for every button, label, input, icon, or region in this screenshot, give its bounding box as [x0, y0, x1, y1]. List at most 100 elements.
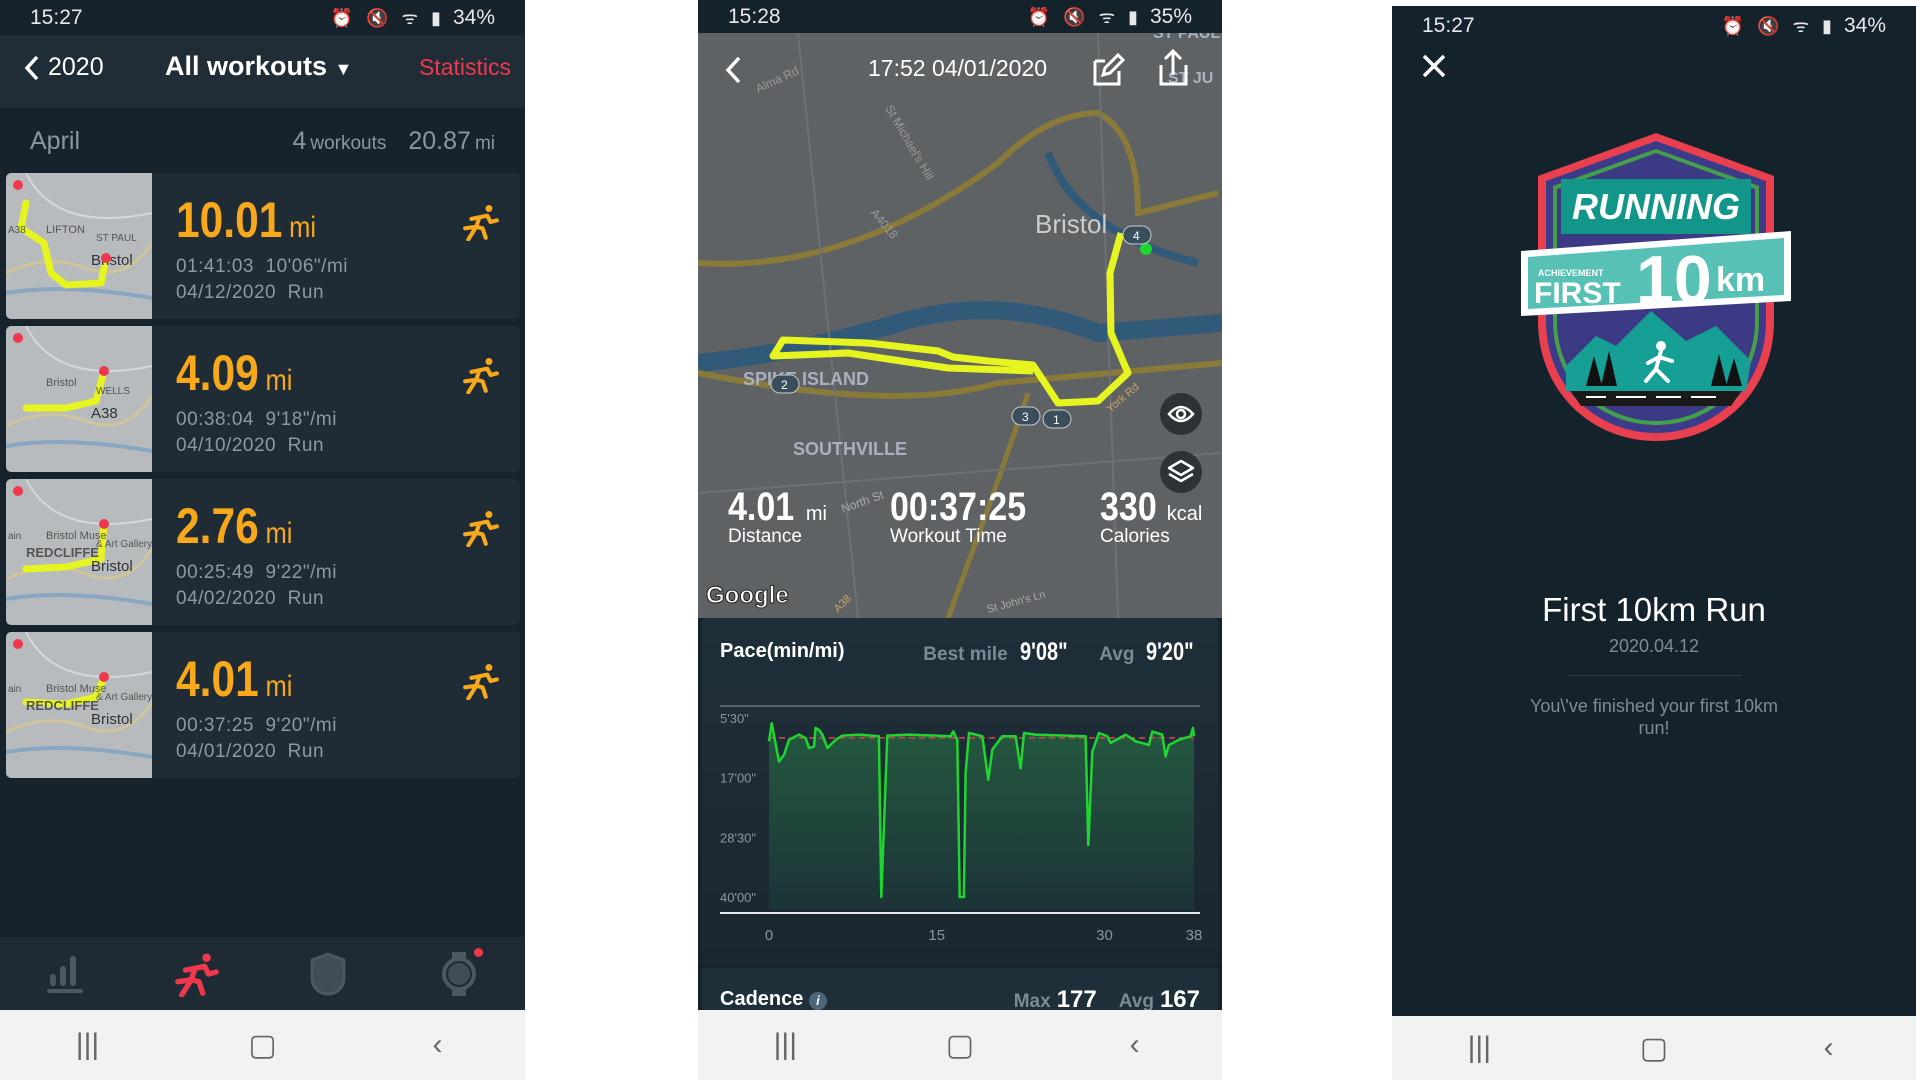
back-icon[interactable]: ‹ — [1105, 1028, 1165, 1062]
lap-marker[interactable]: 4 — [1122, 225, 1152, 245]
recent-apps-icon[interactable]: ||| — [755, 1028, 815, 1062]
workout-card[interactable]: Bristol Muse & Art Gallery Bristol ain R… — [6, 632, 520, 778]
workout-duration: 01:41:03 — [176, 256, 254, 277]
bar-chart-icon — [46, 955, 83, 993]
recent-apps-icon[interactable]: ||| — [1449, 1031, 1509, 1065]
google-logo: Google — [706, 582, 789, 609]
lap-marker[interactable]: 2 — [770, 374, 800, 394]
back-icon[interactable]: ‹ — [1799, 1031, 1859, 1065]
status-bar: 15:28 ⏰ 🔇 ᯤ ▮ 35% — [698, 0, 1222, 33]
map-label: ain — [8, 531, 21, 542]
cadence-avg-label: Avg — [1118, 991, 1154, 1012]
workout-duration: 00:38:04 — [176, 409, 254, 430]
status-time: 15:27 — [1422, 13, 1475, 37]
watch-icon — [442, 951, 477, 996]
back-label: 2020 — [48, 53, 104, 81]
svg-text:3: 3 — [1022, 410, 1029, 424]
achievement-badge: RUNNING ACHIEVEMENT FIRST 10 km — [1521, 133, 1791, 441]
recent-apps-icon[interactable]: ||| — [58, 1028, 118, 1062]
workout-duration: 00:25:49 — [176, 562, 254, 583]
running-icon — [463, 358, 499, 394]
workout-filter-dropdown[interactable]: All workouts ▼ — [165, 51, 352, 82]
tab-device[interactable] — [429, 944, 489, 1004]
system-nav-bar: ||| ▢ ‹ — [0, 1010, 525, 1080]
battery-level: 35% — [1149, 4, 1192, 28]
map-label: ST PAUL — [96, 233, 137, 244]
back-button[interactable]: 2020 — [24, 53, 104, 82]
caret-down-icon: ▼ — [334, 59, 353, 79]
status-time: 15:28 — [728, 4, 781, 28]
route-map-thumbnail: Bristol WELLS A38 — [6, 326, 152, 472]
achievement-date: 2020.04.12 — [1608, 636, 1700, 656]
status-icons: ⏰ 🔇 ᯤ ▮ — [1721, 15, 1836, 36]
calories-stat: 330 kcal Calories — [1100, 485, 1202, 548]
home-icon[interactable]: ▢ — [1624, 1031, 1684, 1066]
close-icon — [1422, 54, 1446, 78]
system-nav-bar: ||| ▢ ‹ — [698, 1010, 1222, 1080]
tab-workouts[interactable] — [167, 944, 227, 1004]
statistics-link[interactable]: Statistics — [419, 54, 511, 81]
month-summary: April 4 workouts 20.87 mi — [0, 108, 525, 173]
distance-unit: mi — [265, 670, 293, 703]
running-icon — [175, 952, 219, 997]
workout-date: 04/01/2020 — [176, 741, 277, 762]
map-label: ain — [8, 684, 21, 695]
eye-icon — [1167, 405, 1195, 423]
workout-count-unit: workouts — [310, 133, 387, 154]
workout-datetime: 17:52 04/01/2020 — [868, 55, 1048, 81]
back-icon[interactable]: ‹ — [408, 1028, 468, 1062]
workout-detail-screen: 15:28 ⏰ 🔇 ᯤ ▮ 35% Alma Rd St Michael's H… — [698, 0, 1222, 1080]
map-label: & Art Gallery — [96, 539, 152, 550]
map-label: Bristol — [91, 252, 133, 269]
map-label: A38 — [8, 225, 26, 236]
month-total-unit: mi — [474, 133, 495, 154]
pace-chart-card: Pace(min/mi) Best mile 9'08" Avg 9'20" 5'30… — [702, 618, 1218, 965]
lap-marker[interactable]: 1 — [1042, 409, 1072, 429]
y-tick-label: 28'30" — [720, 830, 756, 845]
map-label: Bristol — [1035, 209, 1107, 239]
svg-text:2: 2 — [781, 378, 788, 392]
share-icon[interactable] — [1156, 49, 1190, 87]
map-label: A38 — [91, 405, 118, 422]
status-icons: ⏰ 🔇 ᯤ ▮ — [1027, 6, 1142, 27]
workout-date: 04/12/2020 — [176, 282, 277, 303]
shield-icon — [310, 951, 346, 996]
status-bar: 15:27 ⏰ 🔇 ᯤ ▮ 34% — [1392, 6, 1916, 45]
workout-card[interactable]: Bristol WELLS A38 4.09 mi 00:38:04 9'18"/… — [6, 326, 520, 472]
back-button[interactable] — [724, 55, 742, 85]
close-button[interactable] — [1422, 48, 1446, 87]
x-tick-label: 0 — [765, 927, 773, 944]
workout-count: 4 — [292, 127, 307, 155]
edit-icon[interactable] — [1091, 53, 1125, 87]
system-nav-bar: ||| ▢ ‹ — [1392, 1016, 1916, 1080]
workout-duration: 00:37:25 — [176, 715, 254, 736]
notification-dot — [474, 947, 484, 957]
workout-type: Run — [287, 435, 325, 456]
achievement-title: First 10km Run — [1542, 591, 1766, 628]
achievement-message: You\'ve finished your first 10km run! — [1530, 696, 1778, 738]
badge-text-10: 10 — [1636, 242, 1712, 318]
workout-card[interactable]: Bristol Muse & Art Gallery Bristol ain R… — [6, 479, 520, 625]
layers-icon — [1167, 459, 1195, 483]
lap-marker[interactable]: 3 — [1011, 406, 1041, 426]
distance-stat: 4.01 mi Distance — [728, 485, 827, 548]
filter-label: All workouts — [165, 51, 328, 81]
map-label: Bristol — [46, 377, 77, 389]
tab-statistics[interactable] — [36, 944, 96, 1004]
chevron-left-icon — [24, 55, 39, 80]
map-label: WELLS — [96, 386, 130, 397]
tab-achievements[interactable] — [298, 944, 358, 1004]
bottom-tab-bar — [0, 937, 525, 1010]
header: 2020 All workouts ▼ Statistics — [0, 35, 525, 108]
workout-card[interactable]: LIFTON ST PAUL Bristol A38 10.01 mi 01:41… — [6, 173, 520, 319]
workout-time-value: 00:37:25 — [890, 485, 1027, 529]
home-icon[interactable]: ▢ — [930, 1028, 990, 1063]
workout-pace: 10'06"/mi — [265, 256, 348, 277]
calories-value: 330 — [1100, 485, 1157, 529]
workout-date: 04/10/2020 — [176, 435, 277, 456]
home-icon[interactable]: ▢ — [233, 1028, 293, 1063]
info-icon[interactable]: i — [808, 992, 827, 1010]
map-label: ST PAUL — [1153, 33, 1220, 42]
workout-list-screen: 15:27 ⏰ 🔇 ᯤ ▮ 34% 2020 All workouts ▼ St… — [0, 0, 525, 1080]
visibility-toggle[interactable] — [1160, 393, 1202, 435]
